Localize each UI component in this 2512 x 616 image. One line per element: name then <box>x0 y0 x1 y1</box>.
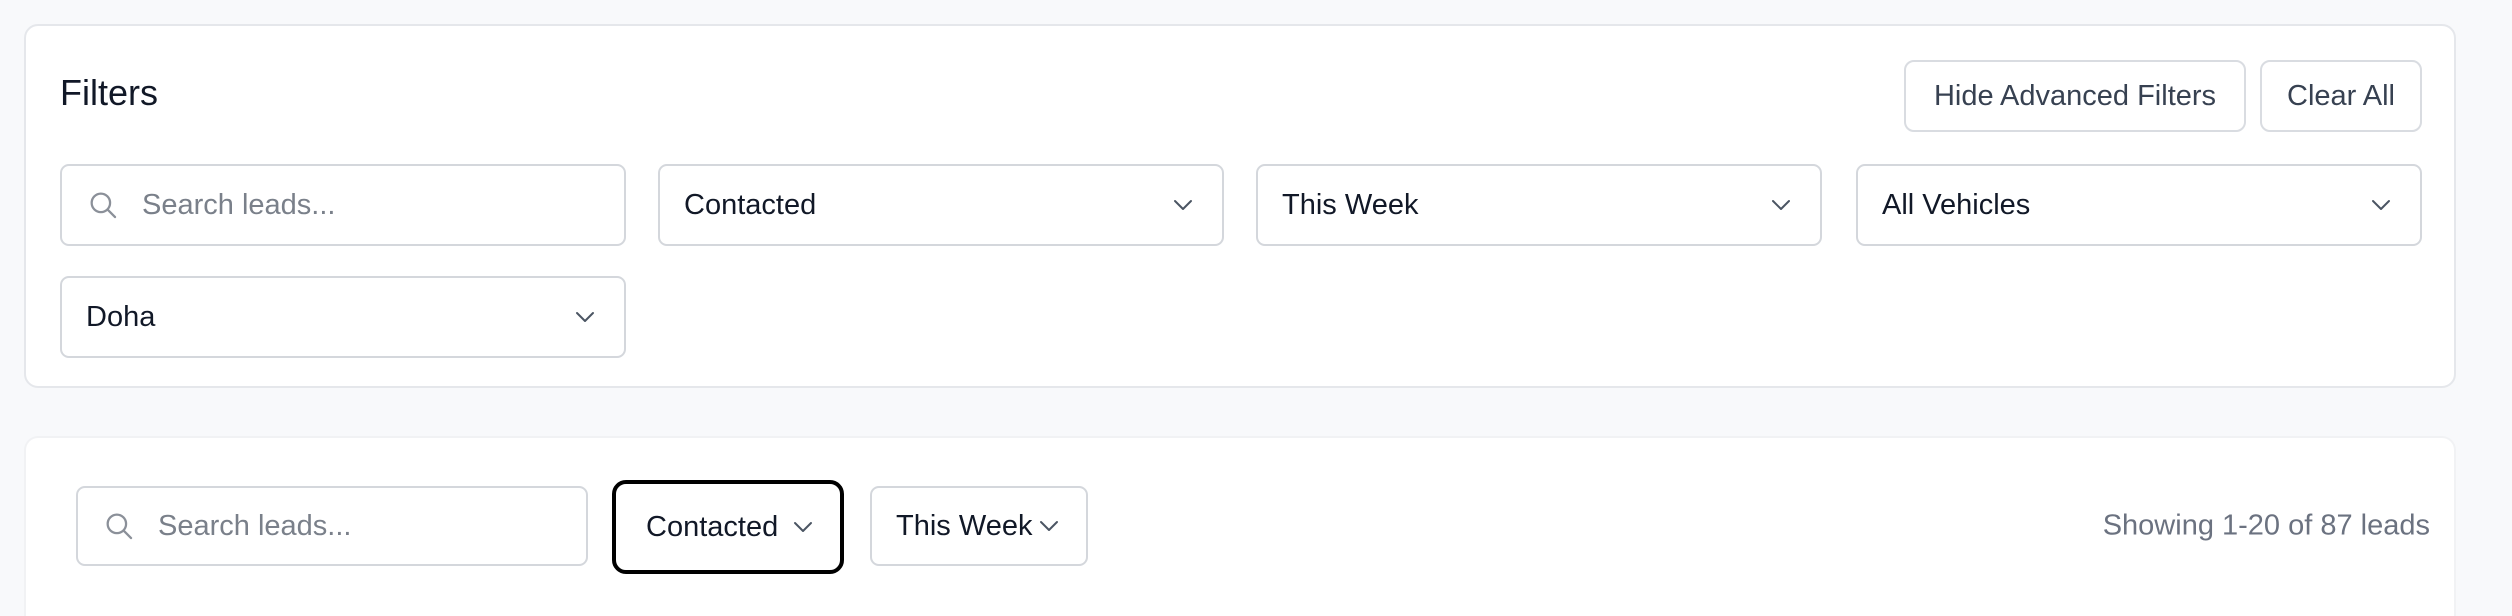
search-icon <box>106 513 133 540</box>
status-select[interactable]: Contacted <box>658 164 1224 246</box>
search-field[interactable] <box>60 164 626 246</box>
search-icon <box>90 192 117 219</box>
search-input[interactable] <box>62 166 624 244</box>
chevron-down-icon <box>794 522 812 532</box>
vehicle-select[interactable]: All Vehicles <box>1856 164 2422 246</box>
chevron-down-icon <box>576 312 594 322</box>
quick-status-select[interactable]: Contacted <box>612 480 844 574</box>
quick-search-input[interactable] <box>78 488 586 564</box>
chevron-down-icon <box>1040 521 1058 531</box>
date-range-select-value: This Week <box>1282 188 1419 221</box>
quick-filter-bar: Contacted This Week Showing 1-20 of 87 l… <box>24 436 2456 616</box>
city-select-value: Doha <box>86 300 156 333</box>
date-range-select[interactable]: This Week <box>1256 164 1822 246</box>
quick-date-range-select[interactable]: This Week <box>870 486 1088 566</box>
vehicle-select-value: All Vehicles <box>1882 188 2031 221</box>
city-select[interactable]: Doha <box>60 276 626 358</box>
chevron-down-icon <box>1772 200 1790 210</box>
chevron-down-icon <box>2372 200 2390 210</box>
results-count: Showing 1-20 of 87 leads <box>2102 509 2430 542</box>
quick-date-range-select-value: This Week <box>896 509 1033 542</box>
quick-search-field[interactable] <box>76 486 588 566</box>
filters-title: Filters <box>60 72 158 113</box>
status-select-value: Contacted <box>684 188 817 221</box>
quick-status-select-value: Contacted <box>646 510 779 543</box>
clear-all-button[interactable]: Clear All <box>2260 60 2422 132</box>
hide-advanced-filters-button[interactable]: Hide Advanced Filters <box>1904 60 2246 132</box>
chevron-down-icon <box>1174 200 1192 210</box>
advanced-filters-panel: Filters Hide Advanced Filters Clear All … <box>24 24 2456 388</box>
